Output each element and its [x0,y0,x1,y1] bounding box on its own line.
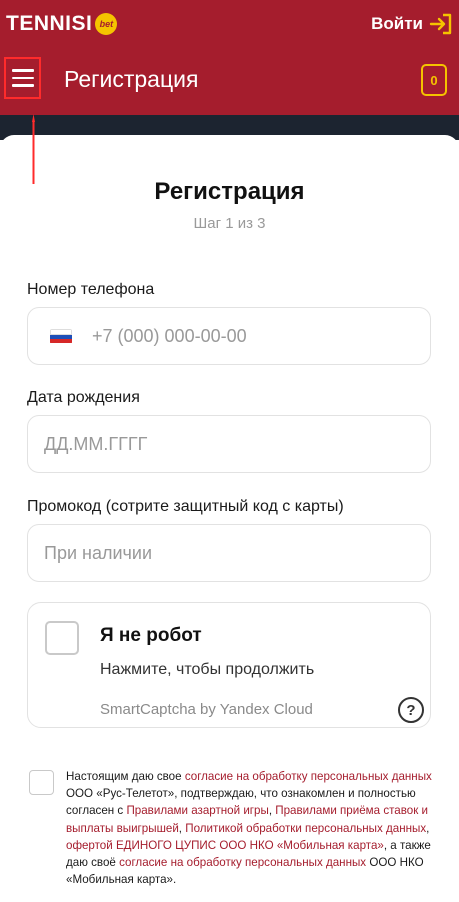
top-bar: TENNISI bet Войти Регистрация 0 [0,0,459,115]
phone-placeholder: +7 (000) 000-00-00 [92,325,247,346]
brand-badge: bet [95,13,118,35]
menu-button[interactable] [4,57,41,99]
birth-date-placeholder: ДД.ММ.ГГГГ [44,433,148,454]
consent-link-offer[interactable]: офертой ЕДИНОГО ЦУПИС ООО НКО «Мобильная… [66,839,384,852]
page-title: Регистрация [154,178,305,205]
hamburger-icon-line [11,69,34,72]
brand-logo[interactable]: TENNISI bet [6,12,118,36]
consent-link-gambling-rules[interactable]: Правилами азартной игры [126,804,268,817]
captcha-title: Я не робот [100,625,202,646]
annotation-arrow-icon [32,114,35,184]
captcha-checkbox[interactable] [45,621,79,655]
login-button[interactable]: Войти [371,12,453,36]
consent-text-part: , [426,821,430,835]
login-icon [429,13,452,35]
consent-link-personal-data[interactable]: согласие на обработку персональных данны… [185,770,432,783]
captcha-brand: SmartCaptcha by Yandex Cloud [100,701,313,718]
consent-text-part: Настоящим даю свое [66,770,185,783]
promo-label: Промокод (сотрите защитный код с карты) [27,498,344,515]
hamburger-icon-line [11,76,34,80]
step-indicator: Шаг 1 из 3 [193,215,266,232]
captcha-widget[interactable]: Я не робот Нажмите, чтобы продолжить Sma… [27,602,431,728]
promo-placeholder: При наличии [44,542,152,563]
birth-date-label: Дата рождения [27,389,140,406]
brand-name: TENNISI [6,12,93,35]
bet-slip-button[interactable]: 0 [421,64,447,96]
russia-flag-icon [50,328,72,344]
help-icon[interactable]: ? [398,697,424,723]
bet-slip-count: 0 [430,72,438,88]
phone-input[interactable]: +7 (000) 000-00-00 [27,307,431,365]
phone-label: Номер телефона [27,281,155,298]
birth-date-input[interactable]: ДД.ММ.ГГГГ [27,415,431,473]
consent-link-privacy-policy[interactable]: Политикой обработки персональных данных [185,822,426,835]
consent-link-personal-data-nko[interactable]: согласие на обработку персональных данны… [119,856,366,869]
header-title: Регистрация [64,66,199,92]
consent-text: Настоящим даю свое согласие на обработку… [66,768,438,888]
login-label: Войти [371,14,423,33]
promo-input[interactable]: При наличии [27,524,431,582]
captcha-subtitle: Нажмите, чтобы продолжить [100,661,315,678]
consent-checkbox[interactable] [29,770,54,795]
hamburger-icon-line [11,84,34,87]
